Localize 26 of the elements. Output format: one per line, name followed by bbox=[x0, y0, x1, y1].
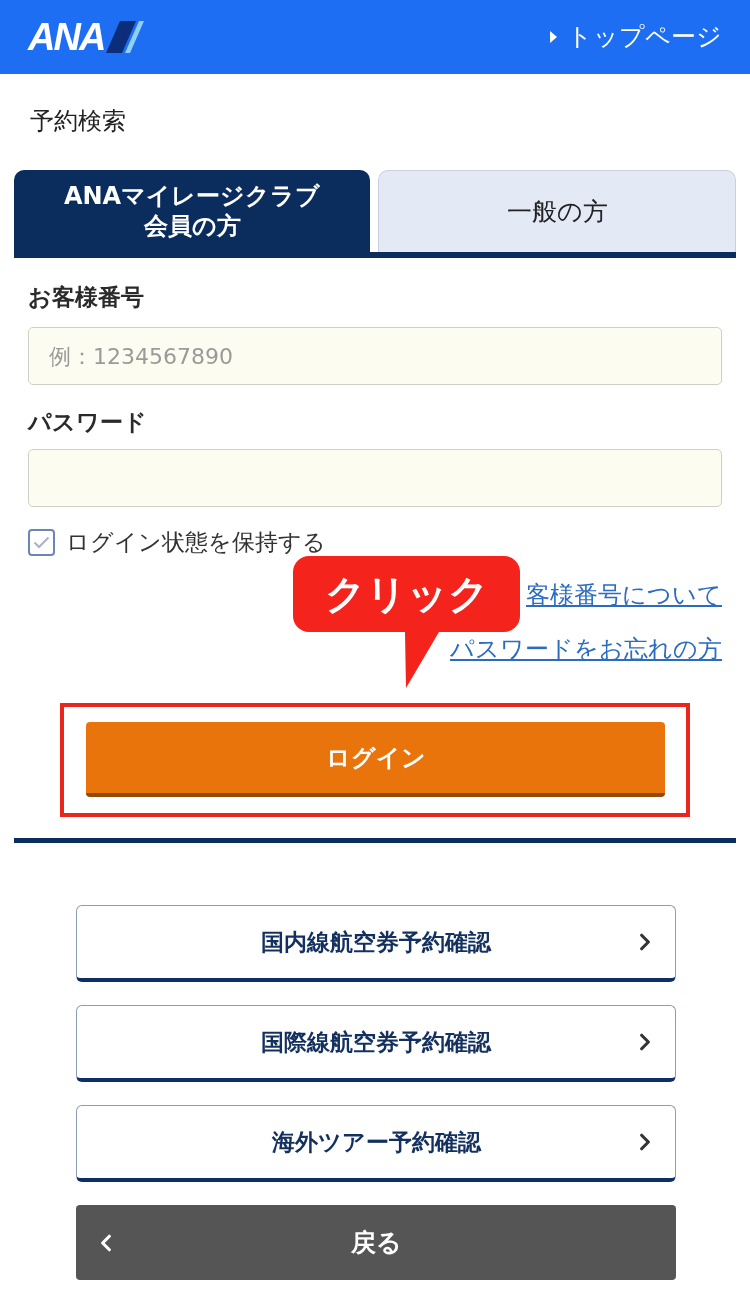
text-link[interactable]: パスワードをお忘れの方 bbox=[450, 636, 722, 662]
input-field[interactable] bbox=[28, 449, 722, 507]
callout-bubble: クリック bbox=[293, 556, 520, 632]
field-label: お客様番号 bbox=[28, 283, 144, 312]
input-field[interactable]: 例：1234567890 bbox=[28, 327, 722, 385]
check-icon bbox=[33, 535, 50, 549]
tab[interactable]: ANAマイレージクラブ 会員の方 bbox=[14, 170, 370, 252]
menu-button[interactable]: 国際線航空券予約確認 bbox=[76, 1005, 676, 1082]
checkbox[interactable] bbox=[28, 528, 55, 556]
checkbox-label: ログイン状態を保持する bbox=[66, 528, 326, 556]
chevron-right-icon bbox=[639, 933, 651, 951]
tab[interactable]: 一般の方 bbox=[378, 170, 736, 252]
text-link[interactable]: 客様番号について bbox=[526, 582, 722, 608]
chevron-right-icon bbox=[639, 1133, 651, 1151]
caret-icon bbox=[550, 31, 557, 43]
logo-text: ANA bbox=[28, 20, 105, 54]
page-title: 予約検索 bbox=[30, 106, 126, 136]
chevron-left-icon bbox=[100, 1233, 112, 1252]
logo-stripes-icon bbox=[106, 21, 145, 53]
field-label: パスワード bbox=[28, 408, 147, 437]
chevron-right-icon bbox=[639, 1033, 651, 1051]
menu-button[interactable]: 国内線航空券予約確認 bbox=[76, 905, 676, 982]
top-page-link[interactable]: トップページ bbox=[550, 22, 722, 52]
back-button[interactable]: 戻る bbox=[76, 1205, 676, 1280]
callout-pointer bbox=[405, 632, 439, 688]
menu-button[interactable]: 海外ツアー予約確認 bbox=[76, 1105, 676, 1182]
